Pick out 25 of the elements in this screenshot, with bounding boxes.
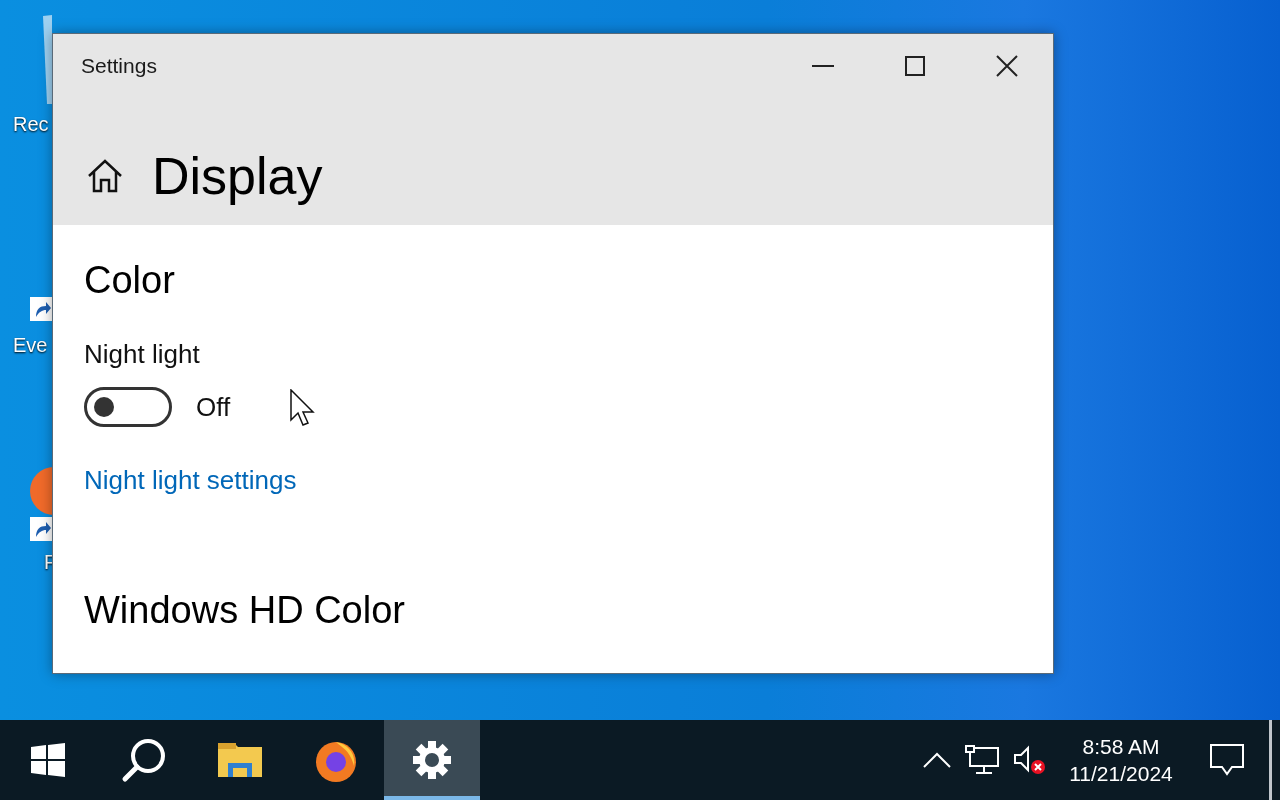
section-heading: Color [84, 261, 175, 299]
mouse-pointer-icon [290, 389, 316, 429]
desktop-icon-label: Rec [13, 114, 49, 134]
search-icon [121, 737, 167, 783]
toggle-state-label: Off [196, 394, 231, 420]
maximize-icon [905, 56, 925, 76]
network-icon[interactable] [965, 745, 999, 775]
window-title: Settings [81, 53, 157, 80]
clock-time[interactable]: 8:58 AM [1082, 736, 1160, 757]
close-icon [996, 55, 1018, 77]
speech-bubble-icon [1210, 744, 1244, 776]
chevron-up-icon[interactable] [923, 752, 951, 768]
taskbar-button[interactable] [384, 720, 480, 800]
minimize-icon [812, 65, 834, 67]
toggle-switch[interactable] [84, 387, 172, 427]
clock-date[interactable]: 11/21/2024 [1069, 763, 1173, 784]
setting-label: Night light [84, 341, 200, 367]
section-heading: Windows HD Color [84, 591, 405, 629]
folder-icon [218, 741, 262, 779]
shortcut-icon[interactable] [30, 297, 54, 321]
home-icon[interactable] [86, 158, 124, 194]
desktop-icon-label: Eve [13, 335, 48, 355]
muted-speaker-icon[interactable] [1013, 745, 1047, 775]
windows-logo-icon [31, 743, 65, 777]
settings-link[interactable]: Night light settings [84, 467, 297, 493]
